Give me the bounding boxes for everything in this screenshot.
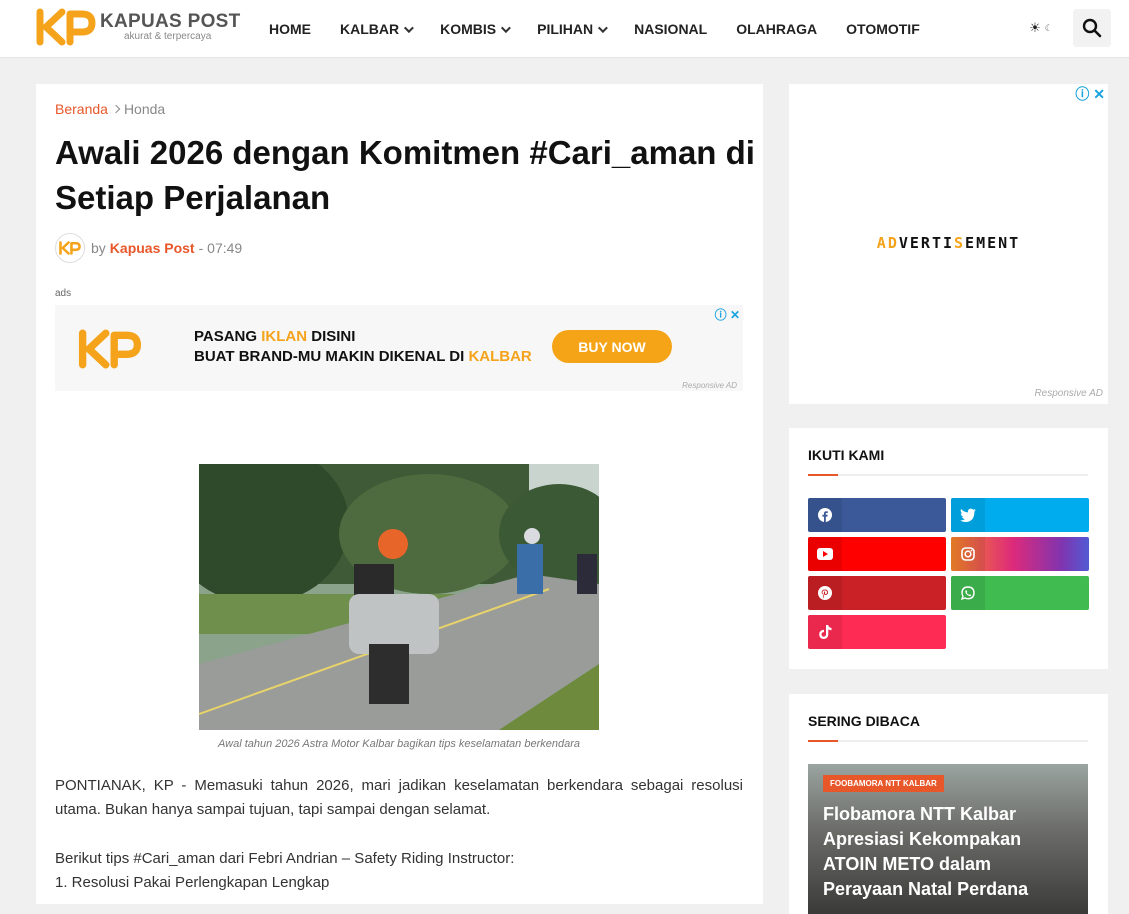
- breadcrumb-home-link[interactable]: Beranda: [55, 101, 108, 117]
- nav-label: OTOMOTIF: [846, 21, 920, 37]
- site-header: KAPUAS POST akurat & terpercaya HOME KAL…: [0, 0, 1129, 58]
- article-card: Beranda Honda Awali 2026 dengan Komitmen…: [36, 84, 763, 904]
- site-logo[interactable]: KAPUAS POST akurat & terpercaya: [36, 8, 246, 48]
- nav-kalbar[interactable]: KALBAR: [340, 21, 414, 37]
- twitter-icon: [951, 498, 985, 532]
- logo-name: KAPUAS POST: [100, 11, 241, 32]
- moon-icon: ☾: [1044, 22, 1053, 33]
- nav-pilihan[interactable]: PILIHAN: [537, 21, 608, 37]
- nav-label: KALBAR: [340, 21, 400, 37]
- facebook-icon: [808, 498, 842, 532]
- article-meta: by Kapuas Post - 07:49: [55, 233, 242, 263]
- ad-info-close-icon[interactable]: ⓘ ✕: [1075, 84, 1105, 104]
- tiktok-icon: [808, 615, 842, 649]
- post-headline[interactable]: Flobamora NTT Kalbar Apresiasi Kekompaka…: [823, 802, 1063, 902]
- ad-banner[interactable]: PASANG IKLAN DISINI BUAT BRAND-MU MAKIN …: [55, 305, 743, 391]
- follow-widget: IKUTI KAMI: [789, 428, 1108, 669]
- pinterest-icon: [808, 576, 842, 610]
- youtube-icon: [808, 537, 842, 571]
- breadcrumb-category-link[interactable]: Honda: [124, 101, 165, 117]
- instagram-icon: [951, 537, 985, 571]
- photo-caption: Awal tahun 2026 Astra Motor Kalbar bagik…: [218, 738, 580, 750]
- byline-prefix: by: [91, 240, 106, 256]
- logo-tagline: akurat & terpercaya: [124, 31, 212, 42]
- nav-home[interactable]: HOME: [269, 21, 311, 37]
- search-button[interactable]: [1073, 9, 1111, 47]
- popular-post-card[interactable]: FOOBAMORA NTT KALBAR Flobamora NTT Kalba…: [808, 764, 1088, 914]
- theme-toggle[interactable]: ☀ ☾: [1024, 18, 1058, 38]
- motorcycle-riders-image: [199, 464, 599, 730]
- main-nav: HOME KALBAR KOMBIS PILIHAN NASIONAL OLAH…: [269, 0, 949, 58]
- responsive-ad-label: Responsive AD: [682, 381, 737, 390]
- chevron-down-icon: [598, 22, 608, 33]
- nav-nasional[interactable]: NASIONAL: [634, 21, 707, 37]
- ad-headline-2: BUAT BRAND-MU MAKIN DIKENAL DI KALBAR: [194, 348, 532, 365]
- nav-label: OLAHRAGA: [736, 21, 818, 37]
- author-link[interactable]: Kapuas Post: [110, 240, 195, 256]
- article-title: Awali 2026 dengan Komitmen #Cari_aman di…: [55, 134, 755, 216]
- chevron-down-icon: [404, 22, 414, 33]
- post-category-badge[interactable]: FOOBAMORA NTT KALBAR: [823, 775, 944, 792]
- sun-icon: ☀: [1029, 20, 1041, 35]
- pinterest-button[interactable]: [808, 576, 946, 610]
- kp-logo-icon: [59, 241, 81, 255]
- widget-title: IKUTI KAMI: [808, 447, 885, 463]
- nav-olahraga[interactable]: OLAHRAGA: [736, 21, 817, 37]
- whatsapp-button[interactable]: [951, 576, 1089, 610]
- nav-label: NASIONAL: [634, 21, 708, 37]
- tiktok-button[interactable]: [808, 615, 946, 649]
- instagram-button[interactable]: [951, 537, 1089, 571]
- widget-divider: [808, 474, 1088, 476]
- ad-info-close-icon[interactable]: ⓘ ✕: [715, 306, 740, 323]
- publish-time: - 07:49: [198, 240, 243, 256]
- chevron-down-icon: [501, 22, 511, 33]
- whatsapp-icon: [951, 576, 985, 610]
- breadcrumb: Beranda Honda: [55, 101, 165, 117]
- responsive-ad-label: Responsive AD: [1034, 388, 1103, 399]
- sidebar-ad[interactable]: ⓘ ✕ ADVERTISEMENT Responsive AD: [789, 84, 1108, 404]
- widget-title: SERING DIBACA: [808, 713, 921, 729]
- article-photo: [199, 464, 599, 730]
- article-paragraph: Berikut tips #Cari_aman dari Febri Andri…: [55, 850, 515, 867]
- nav-kombis[interactable]: KOMBIS: [440, 21, 511, 37]
- ads-label: ads: [55, 288, 72, 299]
- search-icon: [1082, 18, 1102, 38]
- nav-label: HOME: [269, 21, 311, 37]
- ad-headline-1: PASANG IKLAN DISINI: [194, 328, 356, 345]
- kp-logo-icon: [78, 329, 142, 369]
- advertisement-text: ADVERTISEMENT: [876, 234, 1021, 252]
- twitter-button[interactable]: [951, 498, 1089, 532]
- author-avatar[interactable]: [55, 233, 85, 263]
- popular-widget: SERING DIBACA FOOBAMORA NTT KALBAR Floba…: [789, 694, 1108, 914]
- youtube-button[interactable]: [808, 537, 946, 571]
- article-paragraph: PONTIANAK, KP - Memasuki tahun 2026, mar…: [55, 777, 743, 818]
- buy-now-button[interactable]: BUY NOW: [552, 330, 672, 363]
- nav-label: KOMBIS: [440, 21, 497, 37]
- article-paragraph: 1. Resolusi Pakai Perlengkapan Lengkap: [55, 874, 330, 891]
- widget-divider: [808, 740, 1088, 742]
- kp-logo-icon: [36, 8, 96, 46]
- nav-label: PILIHAN: [537, 21, 594, 37]
- nav-otomotif[interactable]: OTOMOTIF: [846, 21, 920, 37]
- facebook-button[interactable]: [808, 498, 946, 532]
- chevron-right-icon: [111, 104, 121, 114]
